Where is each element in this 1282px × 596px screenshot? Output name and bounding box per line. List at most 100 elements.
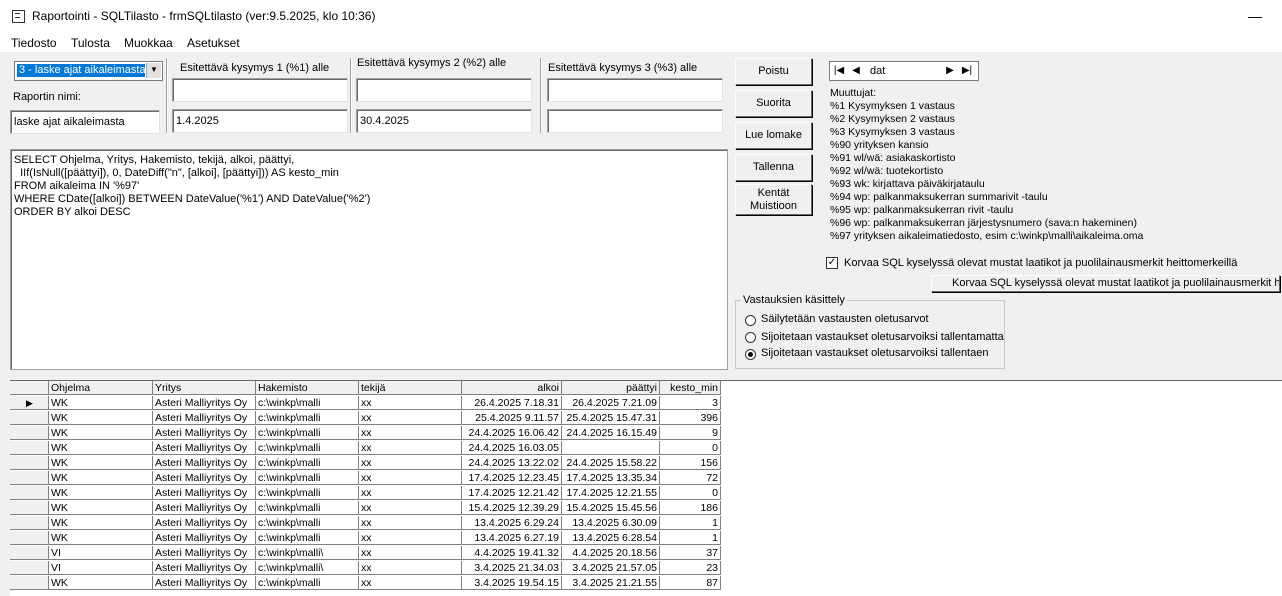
question-2-answer-input[interactable]: 30.4.2025: [356, 109, 532, 133]
radio-set-no-save[interactable]: [745, 332, 756, 343]
question-2-prompt-input[interactable]: [356, 78, 532, 102]
cell-yritys[interactable]: Asteri Malliyritys Oy: [153, 471, 256, 485]
cell-alkoi[interactable]: 17.4.2025 12.21.42: [462, 486, 562, 500]
cell-tekija[interactable]: xx: [359, 486, 462, 500]
cell-alkoi[interactable]: 13.4.2025 6.27.19: [462, 531, 562, 545]
cell-paattyi[interactable]: [562, 441, 660, 455]
row-selector[interactable]: [10, 426, 49, 440]
cell-alkoi[interactable]: 17.4.2025 12.23.45: [462, 471, 562, 485]
cell-yritys[interactable]: Asteri Malliyritys Oy: [153, 576, 256, 590]
column-header-yritys[interactable]: Yritys: [153, 381, 256, 395]
radio-keep-defaults[interactable]: [745, 315, 756, 326]
question-1-prompt-input[interactable]: [172, 78, 348, 102]
cell-tekija[interactable]: xx: [359, 576, 462, 590]
cell-hakemisto[interactable]: c:\winkp\malli: [256, 426, 359, 440]
cell-tekija[interactable]: xx: [359, 531, 462, 545]
poistu-button[interactable]: Poistu: [735, 58, 812, 85]
cell-paattyi[interactable]: 3.4.2025 21.21.55: [562, 576, 660, 590]
cell-yritys[interactable]: Asteri Malliyritys Oy: [153, 456, 256, 470]
cell-ohjelma[interactable]: WK: [49, 516, 153, 530]
suorita-button[interactable]: Suorita: [735, 90, 812, 117]
cell-paattyi[interactable]: 26.4.2025 7.21.09: [562, 396, 660, 410]
kentat-muistioon-button[interactable]: Kentät Muistioon: [735, 184, 812, 215]
korvaa-button[interactable]: Korvaa SQL kyselyssä olevat mustat laati…: [931, 275, 1280, 292]
cell-kesto-min[interactable]: 37: [660, 546, 721, 560]
cell-tekija[interactable]: xx: [359, 441, 462, 455]
cell-ohjelma[interactable]: WK: [49, 501, 153, 515]
row-selector[interactable]: [10, 546, 49, 560]
question-3-prompt-input[interactable]: [547, 78, 723, 102]
cell-ohjelma[interactable]: WK: [49, 531, 153, 545]
row-selector[interactable]: [10, 456, 49, 470]
cell-hakemisto[interactable]: c:\winkp\malli: [256, 441, 359, 455]
row-selector[interactable]: [10, 441, 49, 455]
cell-ohjelma[interactable]: VI: [49, 561, 153, 575]
row-selector[interactable]: [10, 411, 49, 425]
cell-ohjelma[interactable]: WK: [49, 396, 153, 410]
cell-ohjelma[interactable]: WK: [49, 411, 153, 425]
next-record-icon[interactable]: ▶: [943, 63, 957, 79]
cell-kesto-min[interactable]: 0: [660, 486, 721, 500]
cell-tekija[interactable]: xx: [359, 501, 462, 515]
cell-kesto-min[interactable]: 396: [660, 411, 721, 425]
radio-set-and-save[interactable]: [745, 349, 756, 360]
cell-alkoi[interactable]: 26.4.2025 7.18.31: [462, 396, 562, 410]
column-header-tekija[interactable]: tekijä: [359, 381, 462, 395]
cell-kesto-min[interactable]: 9: [660, 426, 721, 440]
cell-hakemisto[interactable]: c:\winkp\malli: [256, 471, 359, 485]
cell-kesto-min[interactable]: 1: [660, 531, 721, 545]
cell-hakemisto[interactable]: c:\winkp\malli: [256, 396, 359, 410]
cell-tekija[interactable]: xx: [359, 471, 462, 485]
cell-kesto-min[interactable]: 0: [660, 441, 721, 455]
cell-kesto-min[interactable]: 23: [660, 561, 721, 575]
column-header-alkoi[interactable]: alkoi: [462, 381, 562, 395]
row-selector[interactable]: [10, 471, 49, 485]
cell-tekija[interactable]: xx: [359, 396, 462, 410]
cell-ohjelma[interactable]: WK: [49, 426, 153, 440]
tallenna-button[interactable]: Tallenna: [735, 154, 812, 181]
row-selector[interactable]: [10, 561, 49, 575]
cell-hakemisto[interactable]: c:\winkp\malli\: [256, 546, 359, 560]
cell-hakemisto[interactable]: c:\winkp\malli: [256, 516, 359, 530]
row-selector[interactable]: ▶: [10, 396, 49, 410]
lue-lomake-button[interactable]: Lue lomake: [735, 122, 812, 149]
cell-paattyi[interactable]: 17.4.2025 12.21.55: [562, 486, 660, 500]
cell-yritys[interactable]: Asteri Malliyritys Oy: [153, 561, 256, 575]
cell-tekija[interactable]: xx: [359, 546, 462, 560]
cell-yritys[interactable]: Asteri Malliyritys Oy: [153, 396, 256, 410]
cell-kesto-min[interactable]: 87: [660, 576, 721, 590]
cell-tekija[interactable]: xx: [359, 456, 462, 470]
cell-paattyi[interactable]: 3.4.2025 21.57.05: [562, 561, 660, 575]
cell-ohjelma[interactable]: WK: [49, 576, 153, 590]
last-record-icon[interactable]: ▶|: [960, 63, 974, 79]
question-1-answer-input[interactable]: 1.4.2025: [172, 109, 348, 133]
cell-hakemisto[interactable]: c:\winkp\malli: [256, 576, 359, 590]
row-selector[interactable]: [10, 531, 49, 545]
results-grid[interactable]: Ohjelma Yritys Hakemisto tekijä alkoi pä…: [10, 380, 1282, 596]
cell-yritys[interactable]: Asteri Malliyritys Oy: [153, 411, 256, 425]
cell-yritys[interactable]: Asteri Malliyritys Oy: [153, 516, 256, 530]
cell-tekija[interactable]: xx: [359, 516, 462, 530]
cell-yritys[interactable]: Asteri Malliyritys Oy: [153, 486, 256, 500]
cell-ohjelma[interactable]: WK: [49, 441, 153, 455]
menu-tulosta[interactable]: Tulosta: [71, 36, 110, 50]
question-3-answer-input[interactable]: [547, 109, 723, 133]
cell-alkoi[interactable]: 13.4.2025 6.29.24: [462, 516, 562, 530]
cell-tekija[interactable]: xx: [359, 561, 462, 575]
cell-paattyi[interactable]: 15.4.2025 15.45.56: [562, 501, 660, 515]
cell-kesto-min[interactable]: 72: [660, 471, 721, 485]
cell-kesto-min[interactable]: 1: [660, 516, 721, 530]
row-selector[interactable]: [10, 486, 49, 500]
cell-ohjelma[interactable]: WK: [49, 471, 153, 485]
menu-tiedosto[interactable]: Tiedosto: [11, 36, 57, 50]
cell-kesto-min[interactable]: 3: [660, 396, 721, 410]
cell-hakemisto[interactable]: c:\winkp\malli\: [256, 561, 359, 575]
cell-hakemisto[interactable]: c:\winkp\malli: [256, 531, 359, 545]
cell-hakemisto[interactable]: c:\winkp\malli: [256, 486, 359, 500]
row-selector[interactable]: [10, 576, 49, 590]
prev-record-icon[interactable]: ◀: [849, 63, 863, 79]
cell-paattyi[interactable]: 25.4.2025 15.47.31: [562, 411, 660, 425]
column-header-paattyi[interactable]: päättyi: [562, 381, 660, 395]
cell-alkoi[interactable]: 25.4.2025 9.11.57: [462, 411, 562, 425]
minimize-button[interactable]: —: [1240, 6, 1270, 26]
